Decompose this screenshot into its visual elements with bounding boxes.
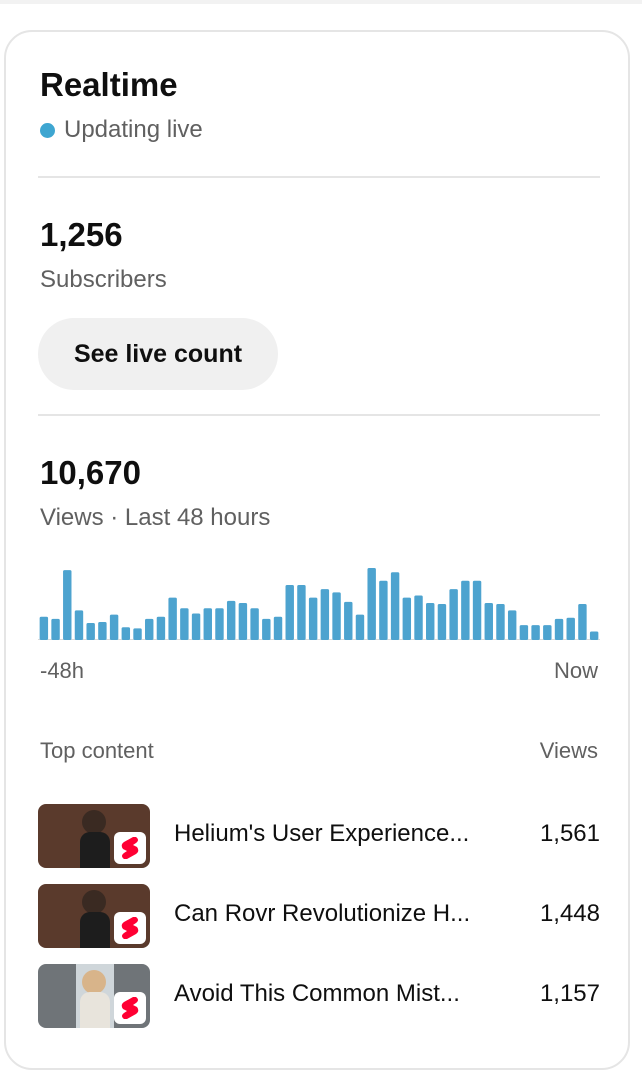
chart-bar[interactable] — [367, 568, 376, 640]
chart-bar[interactable] — [472, 580, 482, 640]
top-divider — [0, 0, 642, 4]
chart-bar[interactable] — [578, 604, 587, 640]
video-thumbnail[interactable] — [38, 964, 150, 1028]
chart-bar[interactable] — [484, 602, 493, 640]
chart-bar[interactable] — [250, 608, 259, 640]
divider — [38, 176, 600, 178]
card-title: Realtime — [40, 66, 178, 103]
chart-bar[interactable] — [191, 613, 201, 640]
chart-bar[interactable] — [273, 616, 283, 640]
chart-bar[interactable] — [39, 616, 49, 640]
video-views: 1,448 — [539, 900, 600, 927]
x-axis-start-label: -48h — [40, 658, 85, 683]
chart-bar[interactable] — [98, 622, 107, 640]
chart-bar[interactable] — [180, 608, 189, 640]
chart-bar[interactable] — [414, 595, 423, 640]
shorts-icon — [114, 832, 146, 864]
video-views: 1,157 — [539, 980, 600, 1007]
chart-bar[interactable] — [109, 614, 119, 640]
video-thumbnail[interactable] — [38, 884, 150, 948]
views-count: 10,670 — [40, 454, 141, 491]
video-thumbnail[interactable] — [38, 804, 150, 868]
subscriber-count: 1,256 — [40, 216, 123, 253]
thumbnail-figure — [76, 884, 114, 948]
chart-bar[interactable] — [531, 625, 540, 640]
chart-bar[interactable] — [121, 627, 131, 640]
chart-bar[interactable] — [63, 570, 72, 640]
live-status: Updating live — [40, 116, 203, 144]
chart-bar[interactable] — [589, 631, 599, 640]
chart-bar[interactable] — [226, 600, 236, 640]
see-live-count-button[interactable]: See live count — [38, 318, 278, 390]
chart-bar[interactable] — [203, 608, 212, 640]
chart-bar[interactable] — [543, 625, 552, 640]
chart-bar[interactable] — [496, 604, 505, 640]
live-status-text: Updating live — [64, 116, 203, 143]
chart-bar[interactable] — [426, 602, 435, 640]
video-title[interactable]: Can Rovr Revolutionize H... — [174, 900, 486, 928]
realtime-card: Realtime Updating live 1,256 Subscribers… — [4, 30, 630, 1070]
chart-bar[interactable] — [507, 610, 517, 640]
video-title[interactable]: Helium's User Experience... — [174, 820, 486, 848]
chart-bar[interactable] — [519, 625, 529, 640]
views-label: Views · Last 48 hours — [40, 504, 271, 531]
chart-bar[interactable] — [238, 602, 248, 640]
divider — [38, 414, 600, 416]
chart-bar[interactable] — [379, 580, 388, 640]
content-row[interactable]: Can Rovr Revolutionize H... 1,448 — [38, 884, 600, 948]
shorts-icon — [114, 912, 146, 944]
chart-bar[interactable] — [320, 589, 330, 640]
chart-bar[interactable] — [332, 592, 341, 640]
chart-bar[interactable] — [51, 618, 60, 640]
chart-bar[interactable] — [461, 580, 470, 640]
chart-bar[interactable] — [74, 610, 84, 640]
chart-bar[interactable] — [215, 608, 224, 640]
chart-bar[interactable] — [262, 618, 271, 640]
chart-bar[interactable] — [449, 589, 458, 640]
views-bar-chart — [38, 568, 600, 640]
chart-bar[interactable] — [355, 614, 365, 640]
shorts-icon — [114, 992, 146, 1024]
chart-bar[interactable] — [566, 617, 575, 640]
chart-bar[interactable] — [437, 604, 447, 640]
chart-bar[interactable] — [308, 597, 318, 640]
content-row[interactable]: Helium's User Experience... 1,561 — [38, 804, 600, 868]
thumbnail-figure — [76, 964, 114, 1028]
chart-bar[interactable] — [145, 618, 154, 640]
chart-bar[interactable] — [133, 628, 142, 640]
chart-bar[interactable] — [344, 601, 353, 640]
views-column-heading: Views — [539, 738, 598, 763]
chart-bar[interactable] — [285, 584, 294, 640]
subscriber-label: Subscribers — [40, 266, 167, 293]
chart-bar[interactable] — [156, 616, 166, 640]
live-dot-icon — [40, 122, 55, 138]
thumbnail-figure — [76, 804, 114, 868]
chart-bar[interactable] — [402, 597, 412, 640]
chart-bar[interactable] — [297, 584, 306, 640]
video-views: 1,561 — [539, 820, 600, 847]
content-row[interactable]: Avoid This Common Mist... 1,157 — [38, 964, 600, 1028]
video-title[interactable]: Avoid This Common Mist... — [174, 980, 486, 1008]
top-content-heading: Top content — [40, 738, 154, 763]
x-axis-end-label: Now — [553, 658, 598, 683]
chart-bar[interactable] — [554, 618, 564, 640]
chart-bar[interactable] — [168, 597, 177, 640]
chart-bar[interactable] — [86, 623, 95, 640]
chart-bar[interactable] — [390, 572, 400, 640]
